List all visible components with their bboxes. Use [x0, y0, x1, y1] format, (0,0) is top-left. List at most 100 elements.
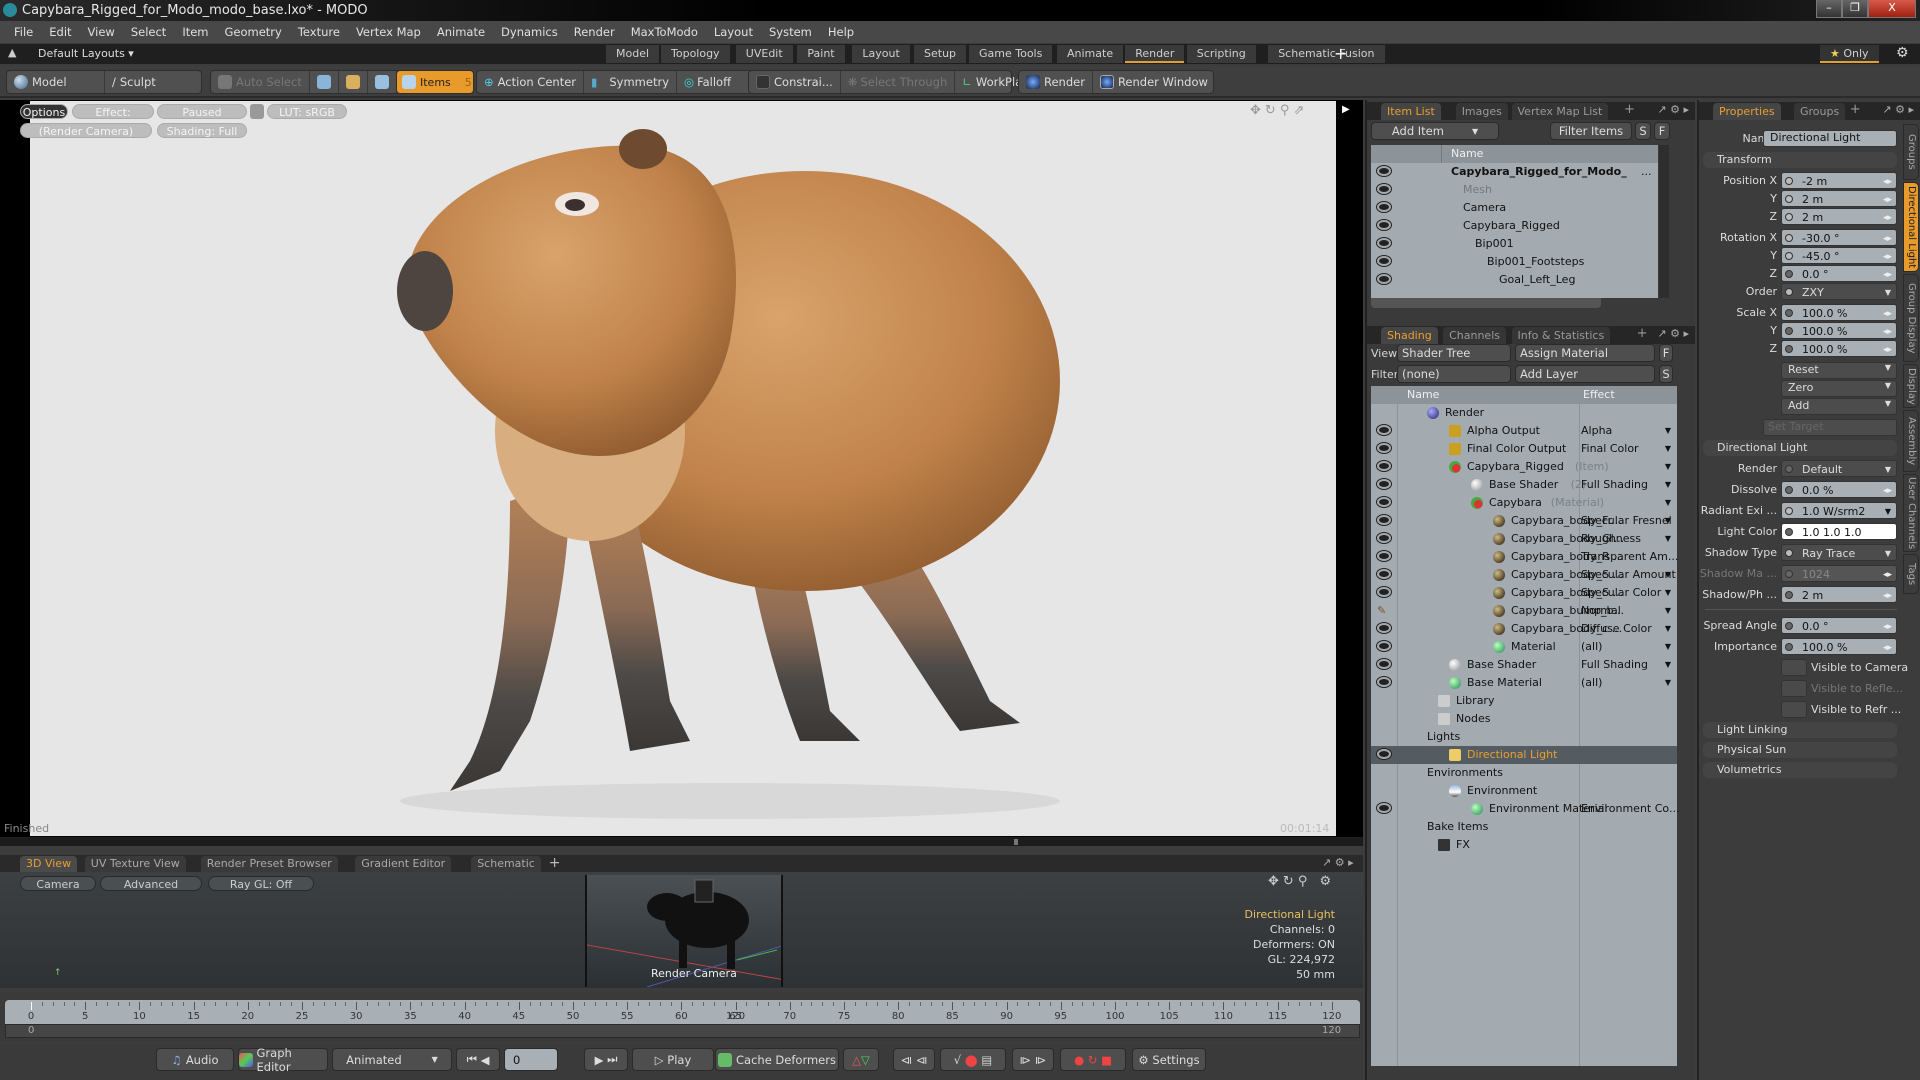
key-tools-buttons[interactable]: ● ↻ ■: [1060, 1048, 1126, 1071]
keyframe-dot-icon[interactable]: [1785, 252, 1793, 260]
shader-tree-row[interactable]: Lights: [1371, 728, 1677, 746]
property-value[interactable]: 1.0 W/srm2 ▼: [1781, 502, 1897, 519]
tab-schematic[interactable]: Schematic: [471, 856, 541, 872]
visibility-eye-icon[interactable]: [1377, 569, 1391, 579]
property-value[interactable]: Ray Trace ▼: [1781, 544, 1897, 561]
cache-deformers-button[interactable]: Cache Deformers: [715, 1048, 839, 1071]
keyframe-dot-icon[interactable]: [1785, 591, 1793, 599]
shader-tree-row[interactable]: Directional Light: [1371, 746, 1677, 764]
gear-icon[interactable]: ⚙: [1319, 874, 1335, 889]
checkbox[interactable]: [1781, 680, 1807, 697]
visibility-eye-icon[interactable]: [1377, 515, 1391, 525]
layout-tab-uvedit[interactable]: UVEdit: [735, 45, 793, 63]
shading-tab-info-statistics[interactable]: Info & Statistics: [1511, 327, 1611, 344]
chevron-down-icon[interactable]: ▼: [1665, 458, 1671, 476]
pan-icon[interactable]: ✥: [1268, 874, 1283, 889]
current-frame-input[interactable]: 0: [504, 1048, 558, 1071]
slider-arrows-icon[interactable]: ◂▸: [1883, 191, 1892, 209]
chevron-down-icon[interactable]: ▼: [1665, 512, 1671, 530]
shading-f-button[interactable]: F: [1659, 344, 1673, 362]
visibility-eye-icon[interactable]: [1377, 497, 1391, 507]
set-key-icon[interactable]: ●: [1074, 1053, 1084, 1067]
layout-tab-layout[interactable]: Layout: [852, 45, 910, 63]
layout-tab-model[interactable]: Model: [606, 45, 660, 63]
timeline[interactable]: 0 5 10 15 20 25 30 35 40 45 50 55 60 65 70 75 80 85 90 95 10…: [0, 992, 1363, 1042]
property-value[interactable]: 1.0 1.0 1.0: [1781, 523, 1897, 540]
menu-maxtomodo[interactable]: MaxToModo: [623, 25, 706, 39]
close-button[interactable]: X: [1868, 0, 1916, 18]
property-row[interactable]: Z 2 m ◂▸: [1699, 208, 1903, 226]
item-name-field[interactable]: Directional Light: [1763, 130, 1897, 147]
property-value[interactable]: Default ▼: [1781, 460, 1897, 477]
transform-section[interactable]: Transform: [1703, 152, 1897, 168]
side-tab-assembly[interactable]: Assembly: [1903, 410, 1919, 472]
light-property-row[interactable]: Light Color 1.0 1.0 1.0: [1699, 523, 1903, 541]
shader-effect[interactable]: Roughness: [1581, 530, 1641, 548]
shading-dropdown[interactable]: Shading: Full: [157, 123, 247, 138]
visibility-eye-icon[interactable]: [1377, 166, 1391, 176]
light-property-row[interactable]: Radiant Exi ... 1.0 W/srm2 ▼: [1699, 502, 1903, 520]
slider-arrows-icon[interactable]: ◂▸: [1883, 209, 1892, 227]
shader-tree-row[interactable]: Base Shader (2) Full Shading ▼: [1371, 476, 1677, 494]
chevron-down-icon[interactable]: ▼: [1665, 476, 1671, 494]
visibility-eye-icon[interactable]: [1377, 479, 1391, 489]
settings-button[interactable]: ⚙ Settings: [1132, 1048, 1206, 1071]
constraints-button[interactable]: Constrai...: [749, 71, 841, 93]
item-list-scrollbar[interactable]: [1659, 145, 1669, 298]
next-key-icon[interactable]: ▶: [595, 1053, 604, 1067]
filter-items-input[interactable]: Filter Items: [1550, 122, 1632, 140]
keyframe-dot-icon[interactable]: [1785, 345, 1793, 353]
keyframe-dot-icon[interactable]: [1785, 643, 1793, 651]
shader-tree-row[interactable]: Material (all) ▼: [1371, 638, 1677, 656]
side-tab-user-channels[interactable]: User Channels: [1903, 474, 1919, 552]
directional-light-section[interactable]: Directional Light: [1703, 440, 1897, 456]
visibility-eye-icon[interactable]: [1377, 749, 1391, 759]
shader-tree-row[interactable]: Capybara_body_c ... Diffuse Color ▼: [1371, 620, 1677, 638]
render-button[interactable]: Render: [1019, 71, 1093, 93]
chevron-down-icon[interactable]: ▼: [1665, 638, 1671, 656]
record-buttons[interactable]: √ ● ▤: [940, 1048, 1006, 1071]
property-value[interactable]: ZXY ▼: [1781, 283, 1897, 300]
shader-tree-row[interactable]: Capybara_body_Fr... Specular Fresnel ▼: [1371, 512, 1677, 530]
chevron-down-icon[interactable]: ▼: [1885, 503, 1891, 521]
shader-tree-row[interactable]: ✎ Capybara_bump_b... Normal ▼: [1371, 602, 1677, 620]
menu-vertex-map[interactable]: Vertex Map: [348, 25, 429, 39]
side-tab-display[interactable]: Display: [1903, 364, 1919, 408]
collapse-arrow-icon[interactable]: ▲: [8, 46, 16, 59]
visibility-eye-icon[interactable]: [1377, 551, 1391, 561]
add-dropdown[interactable]: Add ▼: [1781, 398, 1897, 415]
sculpt-mode-button[interactable]: ∕ Sculpt: [105, 71, 163, 93]
visibility-eye-icon[interactable]: [1377, 425, 1391, 435]
go-end-icon[interactable]: ⏭: [607, 1052, 617, 1067]
layout-tab-game-tools[interactable]: Game Tools: [969, 45, 1053, 63]
add-item-dropdown[interactable]: Add Item ▼: [1371, 122, 1499, 140]
side-tab-groups[interactable]: Groups: [1903, 124, 1919, 180]
chevron-down-icon[interactable]: ▼: [1885, 545, 1891, 563]
shader-tree-row[interactable]: Environment: [1371, 782, 1677, 800]
animated-dropdown[interactable]: Animated ▼: [332, 1048, 452, 1071]
layout-tab-schematic-fusion[interactable]: Schematic Fusion: [1268, 45, 1385, 63]
vertices-mode-button[interactable]: [310, 71, 339, 93]
layout-tab-topology[interactable]: Topology: [661, 45, 730, 63]
panel-options-icon[interactable]: ↗ ⚙ ▸: [1322, 856, 1354, 869]
shader-tree-row[interactable]: Render: [1371, 404, 1677, 422]
property-value[interactable]: 100.0 % ◂▸: [1781, 638, 1897, 655]
slider-arrows-icon[interactable]: ◂▸: [1883, 639, 1892, 657]
filter-f-button[interactable]: F: [1654, 122, 1670, 140]
key-step-buttons[interactable]: ⧐ ⧐: [1012, 1048, 1054, 1071]
keyframe-dot-icon[interactable]: [1785, 622, 1793, 630]
shader-tree-row[interactable]: Capybara_body_Gl... Roughness ▼: [1371, 530, 1677, 548]
add-layout-button[interactable]: +: [1334, 44, 1347, 63]
view-dropdown[interactable]: Shader Tree: [1397, 344, 1511, 362]
shader-effect[interactable]: (all): [1581, 638, 1602, 656]
property-row[interactable]: Y -45.0 ° ◂▸: [1699, 247, 1903, 265]
key-down-icon[interactable]: ▽: [861, 1053, 870, 1067]
keyframe-dot-icon[interactable]: [1785, 465, 1793, 473]
light-property-row[interactable]: Shadow Type Ray Trace ▼: [1699, 544, 1903, 562]
slider-arrows-icon[interactable]: ◂▸: [1883, 305, 1892, 323]
model-mode-button[interactable]: Model: [7, 71, 105, 93]
auto-key-icon[interactable]: √: [954, 1053, 961, 1067]
shading-tab-shading[interactable]: Shading: [1381, 327, 1438, 344]
shader-effect[interactable]: Specular Color: [1581, 584, 1661, 602]
item-list-tab-item-list[interactable]: Item List: [1381, 103, 1441, 120]
